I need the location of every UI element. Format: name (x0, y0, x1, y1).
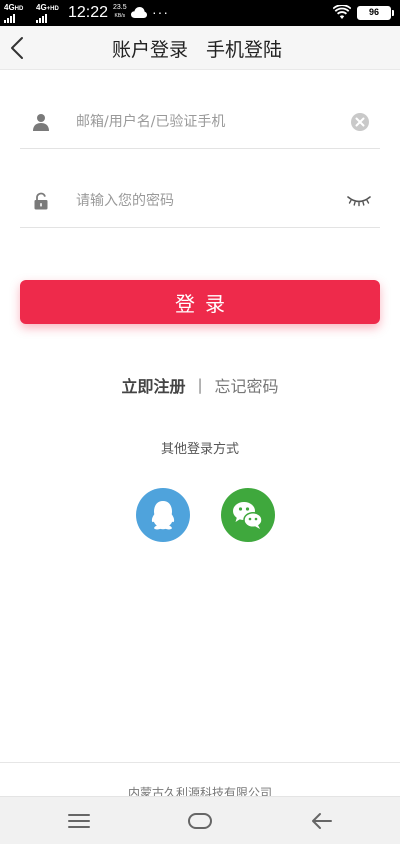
network-speed-unit: KB/s (114, 13, 126, 19)
header: 账户登录 手机登陆 (0, 26, 400, 70)
more-notifications-icon: ··· (152, 4, 169, 20)
sim2-sup: +HD (46, 6, 59, 12)
sim1-signal: 4GHD (4, 4, 23, 23)
network-speed-value: 23.5 (113, 4, 127, 11)
status-time: 12:22 (68, 4, 109, 21)
lock-icon (34, 192, 48, 210)
sim1-label: 4G (4, 3, 15, 12)
tab-phone-login[interactable]: 手机登陆 (206, 35, 282, 62)
hidden-eye-icon[interactable] (346, 193, 372, 207)
battery-icon: 96 (357, 6, 394, 20)
qq-login-button[interactable] (136, 488, 190, 542)
qq-icon (151, 501, 175, 530)
sim1-sup: HD (14, 6, 24, 12)
cloud-icon (131, 7, 147, 18)
user-icon (33, 114, 49, 131)
system-nav-bar (0, 796, 400, 844)
username-field (20, 96, 380, 149)
link-separator: | (197, 376, 203, 394)
back-icon[interactable] (309, 809, 335, 833)
back-arrow-icon[interactable] (6, 35, 32, 61)
wechat-login-button[interactable] (221, 488, 275, 542)
network-speed: 23.5 KB/s (113, 4, 127, 20)
forgot-password-link[interactable]: 忘记密码 (215, 373, 279, 397)
sim2-signal: 4G+HD (36, 4, 59, 23)
wifi-icon (333, 5, 351, 19)
password-field (20, 175, 380, 228)
tab-account-login[interactable]: 账户登录 (112, 35, 188, 62)
sim2-bars-icon (36, 14, 59, 23)
account-links: 立即注册 | 忘记密码 (0, 373, 400, 397)
register-link[interactable]: 立即注册 (121, 373, 185, 397)
other-login-title: 其他登录方式 (160, 442, 239, 457)
status-bar: 4GHD 4G+HD 12:22 23.5 KB/s ··· 96 (0, 0, 400, 26)
clear-input-icon[interactable] (350, 112, 370, 132)
wechat-icon (233, 502, 263, 529)
home-icon[interactable] (187, 809, 213, 833)
menu-icon[interactable] (66, 809, 92, 833)
login-button[interactable]: 登录 (20, 280, 380, 324)
password-input[interactable] (76, 188, 336, 214)
username-input[interactable] (76, 109, 336, 135)
footer-divider (0, 762, 400, 763)
company-name: 内蒙古久利源科技有限公司 (127, 786, 272, 796)
sim2-label: 4G (36, 3, 47, 12)
login-mode-tabs: 账户登录 手机登陆 (112, 26, 282, 70)
sim1-bars-icon (4, 14, 23, 23)
